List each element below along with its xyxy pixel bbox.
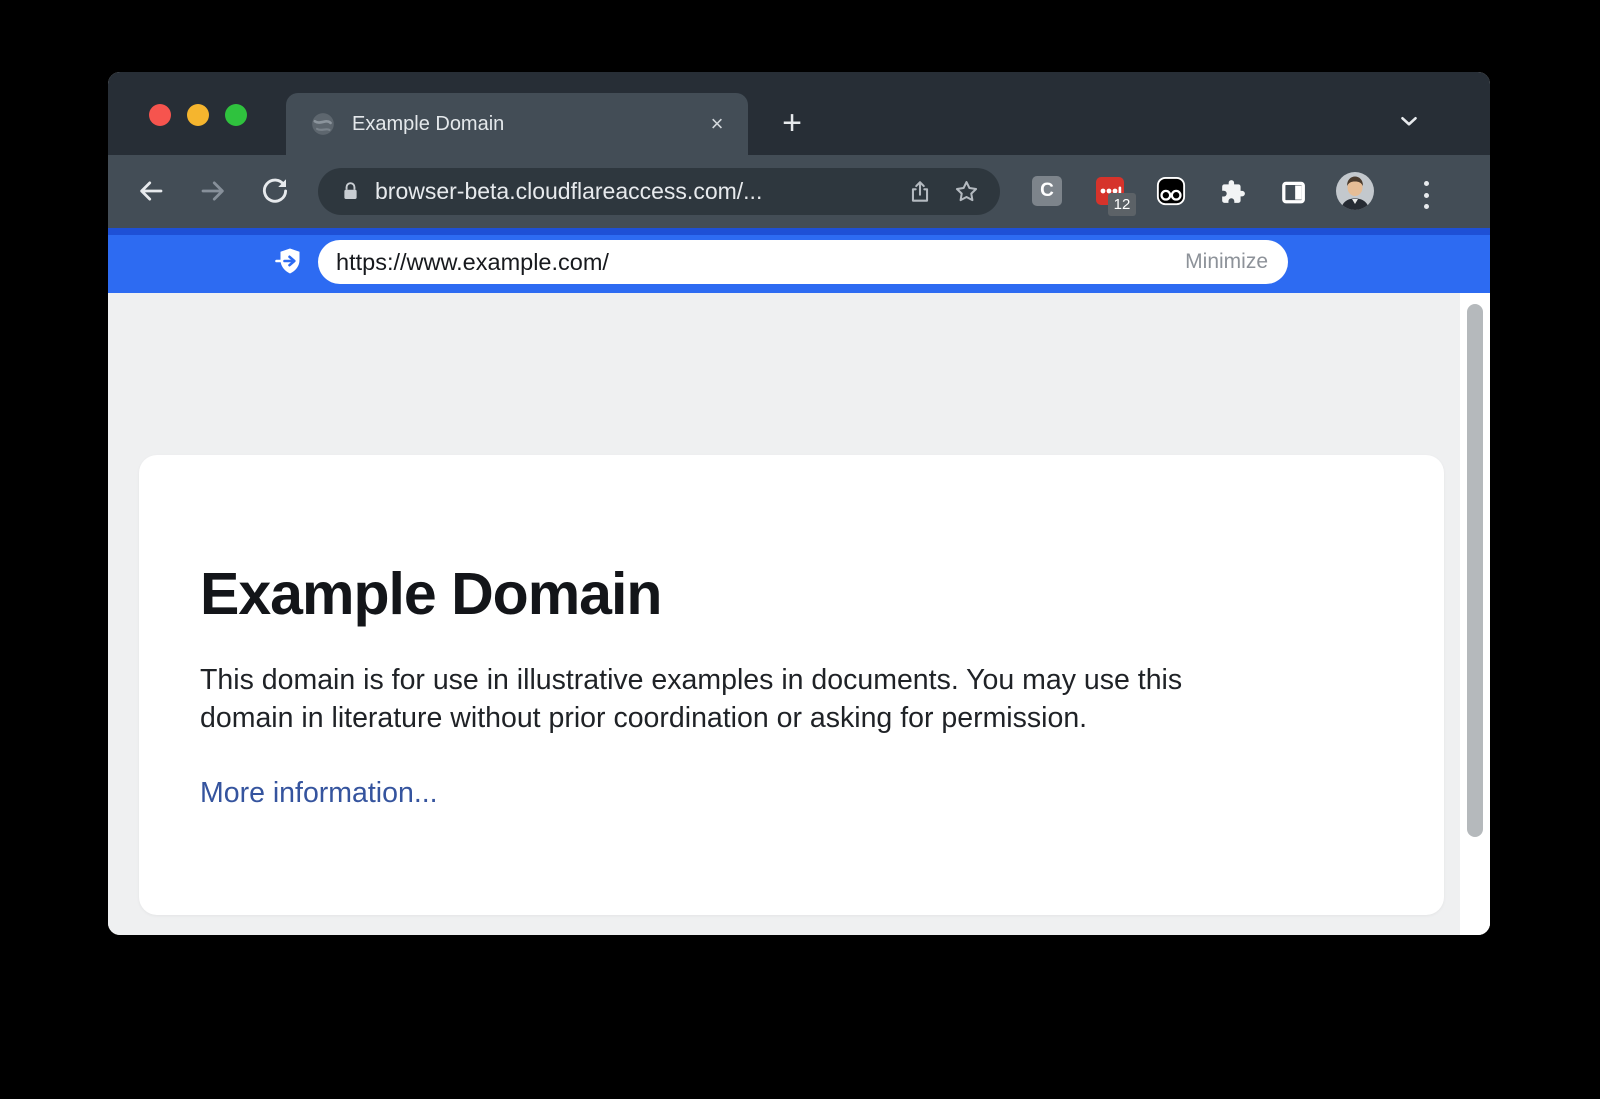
menu-dot [1424,193,1429,198]
menu-dot [1424,204,1429,209]
share-icon[interactable] [907,179,933,205]
tab-close-icon[interactable]: × [702,109,732,139]
avatar-photo [1336,172,1374,210]
profile-avatar[interactable] [1336,172,1374,210]
mac-close-button[interactable] [149,104,171,126]
browser-tab[interactable]: Example Domain × [286,93,748,155]
tab-title: Example Domain [352,113,702,136]
noir-extension-icon[interactable] [1156,176,1186,206]
browser-menu-button[interactable] [1414,181,1438,209]
address-bar[interactable]: browser-beta.cloudflareaccess.com/... [318,168,1000,215]
chevron-down-icon [1396,108,1422,134]
example-domain-card: Example Domain This domain is for use in… [139,455,1444,915]
reload-icon [260,176,290,206]
more-information-link[interactable]: More information... [200,777,438,810]
extensions-puzzle-icon[interactable] [1220,179,1246,205]
lock-icon [340,181,361,202]
isolation-banner-accent [108,228,1490,235]
reload-button[interactable] [258,174,292,208]
tab-search-button[interactable] [1393,105,1425,137]
bookmark-star-icon[interactable] [953,178,980,205]
page-body-text: This domain is for use in illustrative e… [200,661,1182,737]
desktop: { "tab_strip": { "tab": { "title": "Exam… [0,0,1600,1099]
scrollbar-track[interactable] [1460,293,1490,935]
isolation-shield-icon [274,245,306,277]
scrollbar-thumb[interactable] [1467,304,1483,837]
isolated-url-text[interactable]: https://www.example.com/ [336,249,609,276]
browser-window: Example Domain × + [108,72,1490,935]
body-line: domain in literature without prior coord… [200,699,1182,737]
minimize-banner-button[interactable]: Minimize [1185,250,1268,274]
page-title: Example Domain [200,559,661,629]
address-bar-url[interactable]: browser-beta.cloudflareaccess.com/... [375,178,907,205]
globe-favicon-icon [310,111,336,137]
isolated-url-input[interactable]: https://www.example.com/ Minimize [318,240,1288,284]
menu-dot [1424,181,1429,186]
back-button[interactable] [134,174,168,208]
window-controls [149,104,247,126]
forward-button[interactable] [196,174,230,208]
new-tab-button[interactable]: + [768,99,816,147]
mac-minimize-button[interactable] [187,104,209,126]
extension-badge: 12 [1108,193,1136,216]
page-viewport: Example Domain This domain is for use in… [108,293,1490,935]
browser-toolbar: browser-beta.cloudflareaccess.com/... C … [108,155,1490,228]
isolation-banner: https://www.example.com/ Minimize [108,228,1490,293]
side-panel-icon[interactable] [1280,179,1306,205]
extension-c-icon[interactable]: C [1032,176,1062,206]
window-titlebar: Example Domain × + [108,72,1490,155]
back-arrow-icon [136,176,166,206]
forward-arrow-icon [198,176,228,206]
mac-zoom-button[interactable] [225,104,247,126]
body-line: This domain is for use in illustrative e… [200,661,1182,699]
